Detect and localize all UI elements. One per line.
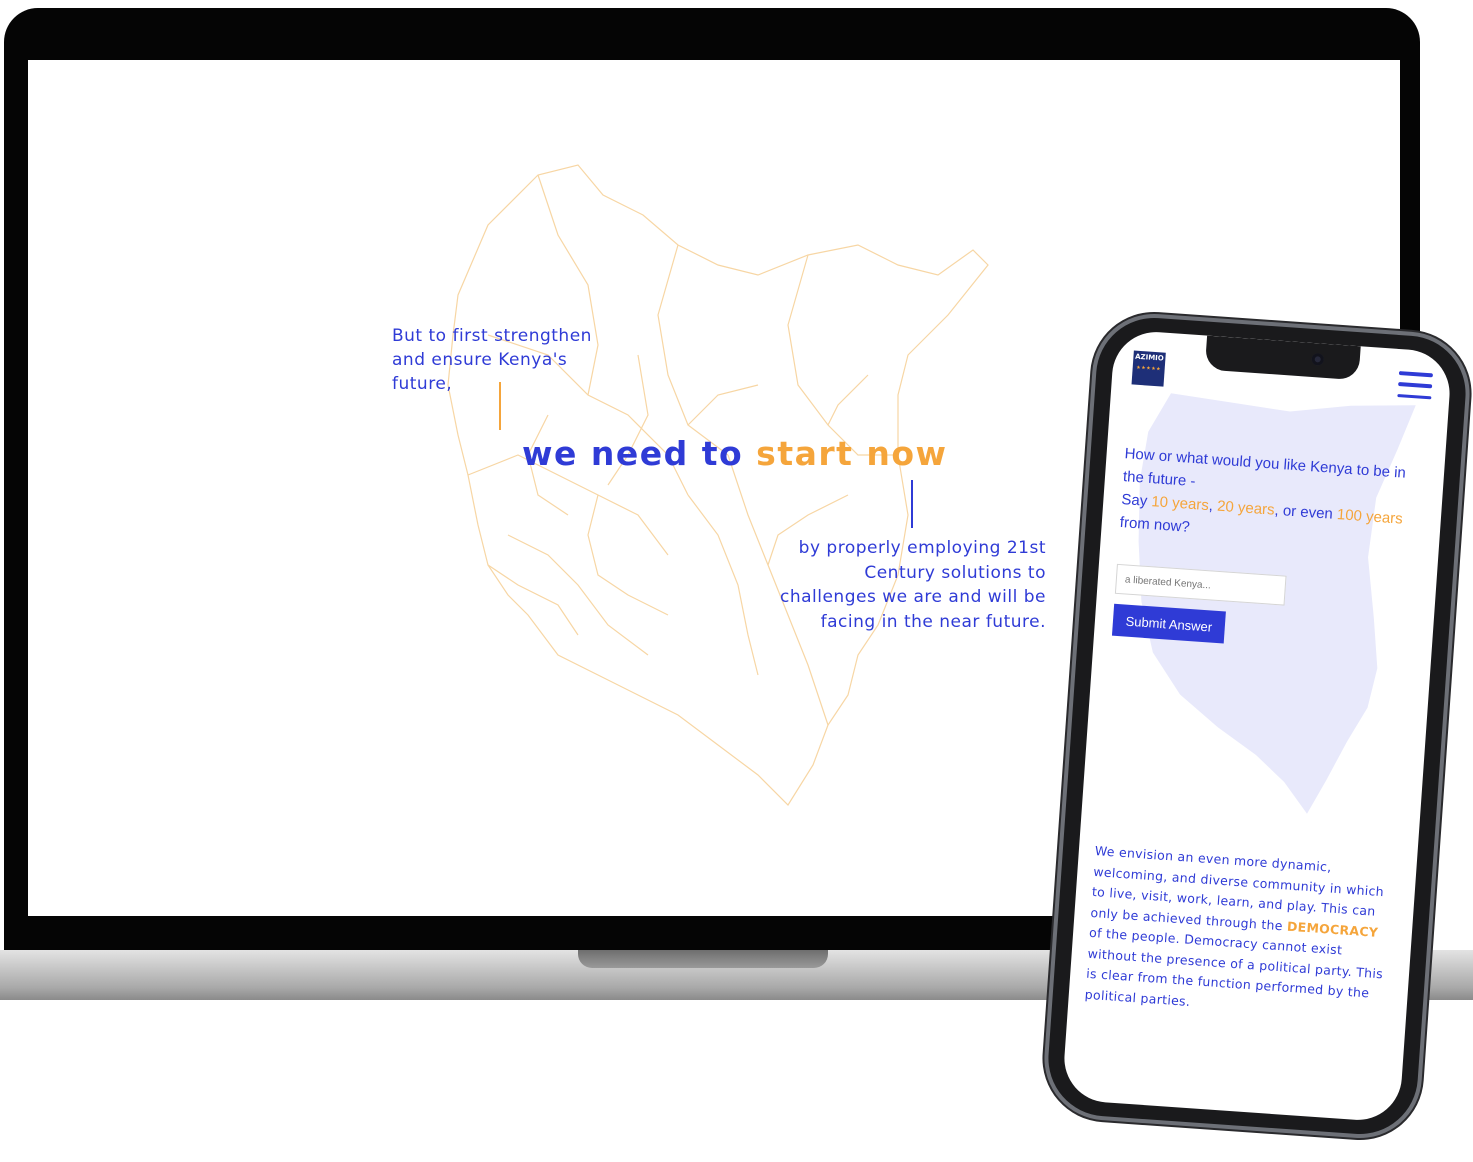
- question-end: from now?: [1119, 513, 1191, 536]
- lead-text: But to first strengthen and ensure Kenya…: [392, 326, 592, 394]
- phone-frame: AZIMIO ★★★★★ How or what would you like …: [1044, 314, 1470, 1138]
- phone-screen: AZIMIO ★★★★★ How or what would you like …: [1061, 329, 1453, 1123]
- azimio-logo[interactable]: AZIMIO ★★★★★: [1131, 350, 1166, 387]
- vision-text: We envision an even more dynamic, welcom…: [1084, 841, 1395, 1026]
- headline-part2: start now: [756, 434, 948, 473]
- phone-notch: [1204, 335, 1361, 381]
- orange-divider: [499, 382, 501, 430]
- option-100-years: 100 years: [1336, 506, 1404, 528]
- menu-line: [1398, 371, 1434, 377]
- logo-stars: ★★★★★: [1136, 364, 1162, 373]
- menu-line: [1398, 382, 1433, 389]
- headline-part1: we need to: [522, 434, 744, 473]
- democracy-highlight: DEMOCRACY: [1286, 918, 1379, 940]
- option-10-years: 10 years: [1150, 493, 1210, 515]
- front-camera-icon: [1311, 352, 1325, 366]
- question-sep: ,: [1208, 497, 1214, 515]
- question-say: Say: [1120, 491, 1148, 510]
- phone-device: AZIMIO ★★★★★ How or what would you like …: [1044, 314, 1470, 1138]
- vision-part1: We envision an even more dynamic, welcom…: [1090, 843, 1385, 933]
- kenya-map-outline: [447, 164, 989, 806]
- vision-part2: of the people. Democracy cannot exist wi…: [1084, 924, 1384, 1009]
- laptop-opening-notch: [578, 950, 828, 968]
- question-sep: , or even: [1273, 501, 1334, 523]
- headline: we need to start now: [522, 434, 948, 473]
- option-20-years: 20 years: [1216, 497, 1276, 519]
- blue-divider: [911, 480, 913, 528]
- hamburger-menu-icon[interactable]: [1397, 371, 1434, 400]
- follow-text: by properly employing 21st Century solut…: [779, 538, 1046, 632]
